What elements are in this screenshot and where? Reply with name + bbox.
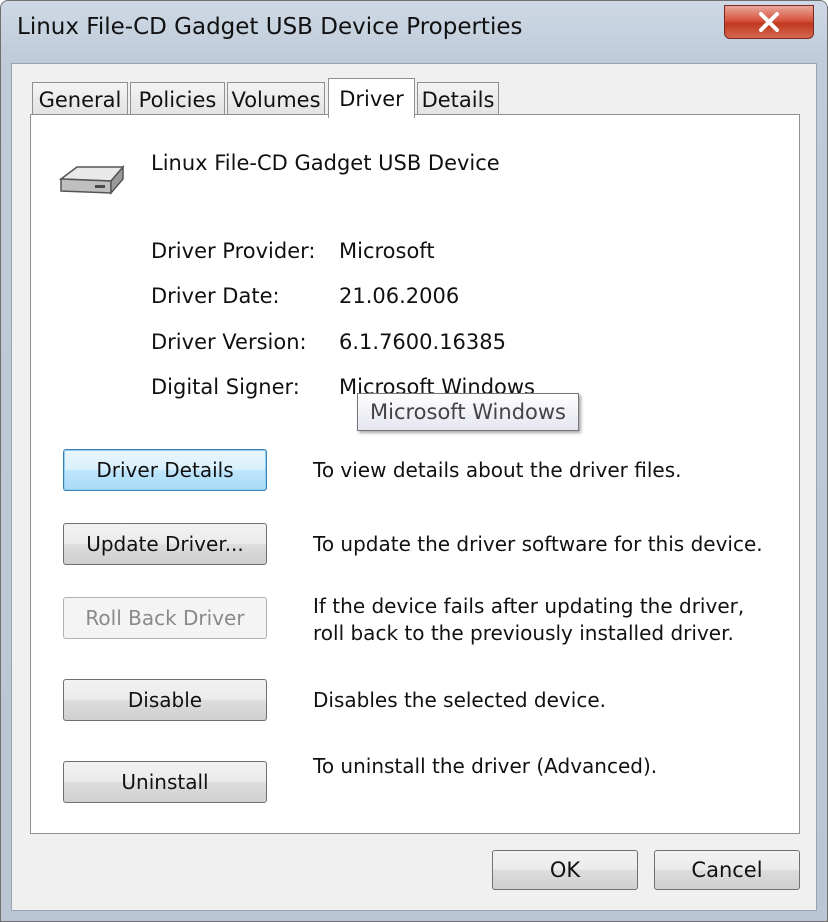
dialog-client-area: General Policies Volumes Driver Details … [11, 63, 817, 911]
update-driver-description: To update the driver software for this d… [313, 532, 763, 556]
tab-driver[interactable]: Driver [328, 78, 415, 118]
driver-provider-value: Microsoft [339, 239, 435, 263]
cancel-button[interactable]: Cancel [654, 850, 800, 890]
disable-button[interactable]: Disable [63, 679, 267, 721]
driver-provider-label: Driver Provider: [151, 239, 316, 263]
driver-details-button[interactable]: Driver Details [63, 449, 267, 491]
driver-tab-panel: Linux File-CD Gadget USB Device Driver P… [30, 114, 800, 834]
uninstall-description: To uninstall the driver (Advanced). [313, 754, 658, 778]
tab-details[interactable]: Details [417, 82, 499, 116]
tab-policies[interactable]: Policies [130, 82, 225, 116]
title-bar[interactable]: Linux File-CD Gadget USB Device Properti… [1, 1, 827, 63]
uninstall-button[interactable]: Uninstall [63, 761, 267, 803]
properties-window: Linux File-CD Gadget USB Device Properti… [0, 0, 828, 922]
roll-back-driver-description: If the device fails after updating the d… [313, 594, 745, 645]
driver-version-label: Driver Version: [151, 330, 307, 354]
close-icon [759, 12, 779, 32]
close-button[interactable] [724, 5, 814, 39]
driver-details-description: To view details about the driver files. [313, 458, 682, 482]
drive-icon [58, 164, 125, 196]
roll-back-driver-button[interactable]: Roll Back Driver [63, 597, 267, 639]
ok-button[interactable]: OK [492, 850, 638, 890]
tab-general[interactable]: General [32, 82, 128, 116]
device-name: Linux File-CD Gadget USB Device [151, 151, 500, 175]
disable-description: Disables the selected device. [313, 688, 606, 712]
digital-signer-label: Digital Signer: [151, 375, 300, 399]
update-driver-button[interactable]: Update Driver... [63, 523, 267, 565]
driver-date-value: 21.06.2006 [339, 284, 460, 308]
window-title: Linux File-CD Gadget USB Device Properti… [17, 14, 523, 40]
tab-volumes[interactable]: Volumes [227, 82, 325, 116]
driver-date-label: Driver Date: [151, 284, 280, 308]
signer-tooltip: Microsoft Windows [357, 393, 579, 431]
driver-version-value: 6.1.7600.16385 [339, 330, 506, 354]
